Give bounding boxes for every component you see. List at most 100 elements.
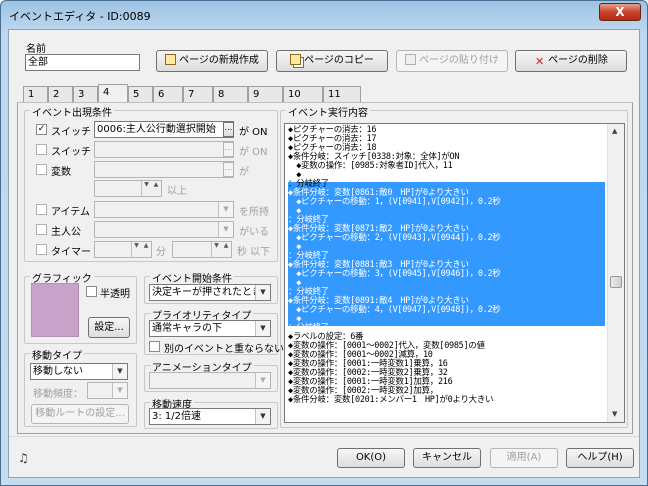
tab-7[interactable]: 7	[183, 86, 213, 102]
item-checkbox[interactable]	[36, 204, 47, 215]
switch2-suffix: が ON	[239, 147, 268, 158]
item-suffix: を所持	[239, 207, 269, 218]
scrollbar-thumb[interactable]	[610, 276, 622, 288]
event-editor-window: イベントエディタ - ID:0089 X 名前 全部 ページの新規作成 ページの…	[0, 0, 648, 486]
footer-divider	[9, 436, 639, 437]
help-button[interactable]: ヘルプ(H)	[566, 448, 634, 468]
switch1-checkbox[interactable]: ✓	[36, 124, 47, 135]
chevron-down-icon: ▼	[255, 373, 270, 388]
chevron-down-icon: ▼	[255, 409, 270, 424]
movement-title: 移動タイプ	[30, 347, 84, 362]
new-page-button[interactable]: ページの新規作成	[156, 50, 268, 72]
command-line[interactable]: ◆ピクチャーの移動：1，(V[0941],V[0942])，0.2秒	[288, 198, 501, 207]
actor-checkbox[interactable]	[36, 224, 47, 235]
spin-down-icon[interactable]: ▼	[141, 181, 151, 196]
delete-page-icon: ✕	[534, 55, 545, 68]
timer-minutes-spinner[interactable]: ▼ ▲	[94, 241, 152, 258]
timer-seconds-spinner[interactable]: ▼ ▲	[172, 241, 232, 258]
variable-suffix: が	[239, 167, 249, 178]
graphic-settings-button[interactable]: 設定...	[88, 317, 130, 338]
variable-unit: 以上	[167, 186, 187, 197]
timer-label: タイマー	[51, 247, 91, 258]
command-line[interactable]: ◆条件分岐：変数[0201:メンバー1 HP]が0より大きい	[288, 396, 494, 405]
transparent-checkbox[interactable]	[86, 286, 97, 297]
music-icon: ♫	[18, 451, 29, 465]
switch2-browse-button[interactable]: …	[223, 142, 234, 157]
close-button[interactable]: X	[599, 3, 641, 21]
tab-8[interactable]: 8	[213, 86, 248, 102]
trigger-value: 決定キーが押されたとき	[152, 287, 262, 298]
tab-5[interactable]: 5	[128, 86, 153, 102]
movement-type-select[interactable]: 移動しない ▼	[30, 363, 128, 380]
chevron-down-icon: ▼	[112, 383, 127, 398]
delete-page-button[interactable]: ✕ ページの削除	[515, 50, 627, 72]
command-line[interactable]: ◆変数の操作：[0985:対象者ID]代入，11	[288, 162, 453, 171]
name-input[interactable]: 全部	[25, 54, 140, 71]
switch2-label: スイッチ	[51, 147, 91, 158]
commands-scrollbar[interactable]: ▲ ▼	[607, 124, 624, 422]
movement-route-button[interactable]: 移動ルートの設定...	[31, 404, 129, 424]
movement-frequency-label: 移動頻度：	[33, 389, 83, 400]
priority-value: 通常キャラの下	[152, 323, 222, 334]
speed-value: 3: 1/2倍速	[152, 411, 202, 422]
switch1-field[interactable]: 0006:主人公行動選択開始	[94, 121, 234, 138]
conditions-title: イベント出現条件	[30, 104, 114, 119]
ok-button[interactable]: OK(O)	[337, 448, 405, 468]
variable-checkbox[interactable]	[36, 164, 47, 175]
actor-label: 主人公	[51, 227, 81, 238]
speed-select[interactable]: 3: 1/2倍速 ▼	[149, 408, 271, 425]
name-label: 名前	[26, 44, 46, 55]
spin-up-icon[interactable]: ▲	[221, 242, 231, 257]
copy-page-label: ページのコピー	[304, 55, 374, 66]
scroll-down-icon[interactable]: ▼	[612, 410, 617, 418]
command-line[interactable]: ◆ピクチャーの移動：2，(V[0943],V[0944])，0.2秒	[288, 234, 501, 243]
switch2-checkbox[interactable]	[36, 144, 47, 155]
switch1-browse-button[interactable]: …	[223, 122, 234, 137]
movement-frequency-select[interactable]: ▼	[87, 382, 128, 399]
spin-up-icon[interactable]: ▲	[141, 242, 151, 257]
cancel-button[interactable]: キャンセル	[413, 448, 481, 468]
timer-checkbox[interactable]	[36, 244, 47, 255]
tab-1[interactable]: 1	[23, 86, 48, 102]
commands-list[interactable]: ▲ ▼ ◆ピクチャーの消去：16 ◆ピクチャーの消去：17 ◆ピクチャーの消去：18…	[284, 123, 625, 423]
command-line[interactable]: ◆ピクチャーの移動：3，(V[0945],V[0946])，0.2秒	[288, 270, 501, 279]
no-overlap-checkbox[interactable]	[149, 341, 160, 352]
apply-button[interactable]: 適用(A)	[490, 448, 558, 468]
new-page-label: ページの新規作成	[179, 55, 259, 66]
trigger-select[interactable]: 決定キーが押されたとき ▼	[149, 284, 271, 301]
transparent-label: 半透明	[100, 289, 130, 300]
tab-3[interactable]: 3	[73, 86, 98, 102]
scroll-up-icon[interactable]: ▲	[612, 127, 617, 135]
switch2-field[interactable]	[94, 141, 234, 158]
tab-6[interactable]: 6	[153, 86, 183, 102]
item-combo[interactable]: ▼	[94, 201, 234, 218]
command-line[interactable]: ◆ピクチャーの移動：4，(V[0947],V[0948])，0.2秒	[288, 306, 501, 315]
commands-title: イベント実行内容	[286, 104, 370, 119]
chevron-down-icon: ▼	[255, 285, 270, 300]
spin-up-icon[interactable]: ▲	[151, 181, 161, 196]
actor-combo[interactable]: ▼	[94, 221, 234, 238]
tab-2[interactable]: 2	[48, 86, 73, 102]
variable-browse-button[interactable]: …	[223, 162, 234, 177]
window-title: イベントエディタ - ID:0089	[9, 10, 151, 23]
tab-11[interactable]: 11	[323, 86, 361, 102]
chevron-down-icon: ▼	[112, 364, 127, 379]
no-overlap-label: 別のイベントと重ならない	[164, 344, 284, 355]
variable-field[interactable]	[94, 161, 234, 178]
actor-suffix: がいる	[239, 227, 269, 238]
dialog-client: 名前 全部 ページの新規作成 ページのコピー ページの貼り付け ✕ ページの削除 …	[8, 29, 640, 478]
tab-9[interactable]: 9	[248, 86, 283, 102]
paste-page-button[interactable]: ページの貼り付け	[396, 50, 508, 72]
copy-page-button[interactable]: ページのコピー	[276, 50, 388, 72]
variable-value-spinner[interactable]: ▼ ▲	[94, 180, 162, 197]
delete-page-label: ページの削除	[548, 55, 608, 66]
priority-select[interactable]: 通常キャラの下 ▼	[149, 320, 271, 337]
animation-select[interactable]: ▼	[149, 372, 271, 389]
tab-4[interactable]: 4	[98, 84, 128, 102]
title-bar: イベントエディタ - ID:0089 X	[1, 1, 647, 29]
graphic-preview[interactable]	[31, 283, 79, 337]
tab-10[interactable]: 10	[283, 86, 323, 102]
trigger-title: イベント開始条件	[150, 270, 234, 285]
spin-down-icon[interactable]: ▼	[131, 242, 141, 257]
spin-down-icon[interactable]: ▼	[211, 242, 221, 257]
